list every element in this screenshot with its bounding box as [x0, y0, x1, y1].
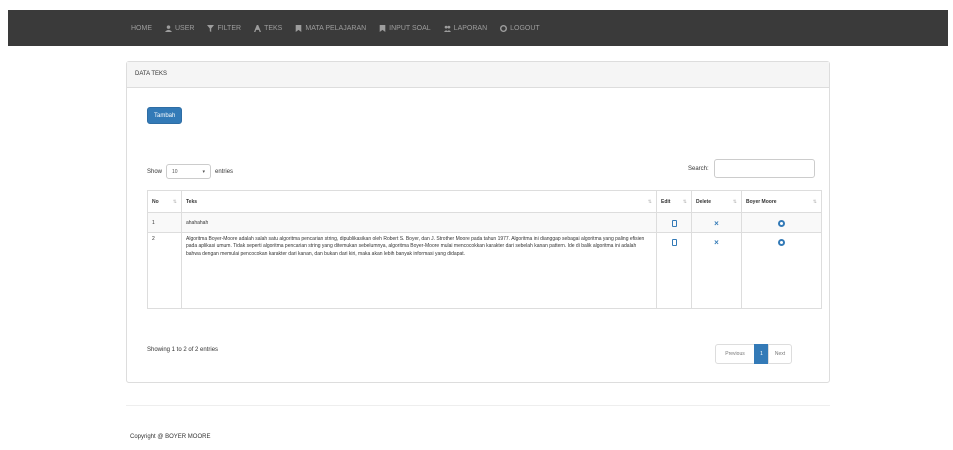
users-icon	[443, 25, 451, 32]
chevron-down-icon: ▾	[202, 168, 206, 175]
row-teks: Algoritma Boyer-Moore adalah salah satu …	[181, 232, 657, 309]
edit-icon[interactable]	[671, 219, 677, 227]
nav-teks-label: TEKS	[264, 24, 283, 32]
nav-user-label: USER	[175, 24, 195, 32]
edit-cell	[656, 232, 692, 309]
column-header-edit[interactable]: Edit ⇅	[656, 190, 692, 213]
edit-icon[interactable]	[671, 239, 677, 246]
nav-home-label: HOME	[131, 24, 152, 32]
nav-input-soal[interactable]: INPUT SOAL	[379, 24, 431, 32]
edit-cell	[656, 212, 692, 233]
entries-select-value: 10	[172, 168, 178, 175]
bookmark-icon	[296, 24, 302, 32]
nav-filter-label: FILTER	[217, 24, 242, 32]
column-header-teks[interactable]: Teks ⇅	[181, 190, 657, 213]
column-header-no[interactable]: No ⇅	[147, 190, 182, 213]
user-icon	[165, 24, 172, 32]
nav-user[interactable]: USER	[165, 25, 194, 32]
table-info: Showing 1 to 2 of 2 entries	[147, 347, 219, 353]
bookmark-icon	[379, 24, 386, 32]
nav-mata-pelajaran[interactable]: MATA PELAJARAN	[295, 24, 367, 32]
search-label: Search:	[688, 165, 709, 172]
panel-title: DATA TEKS	[127, 62, 829, 88]
sort-icon: ⇅	[172, 199, 177, 205]
nav-laporan-label: LAPORAN	[453, 24, 488, 32]
nav-logout-label: LOGOUT	[510, 24, 540, 32]
nav-home[interactable]: HOME	[131, 25, 152, 32]
search-control: Search:	[688, 159, 815, 178]
show-label: Show	[147, 168, 163, 175]
nav-teks[interactable]: TEKS	[254, 24, 283, 32]
table-row: 1 ahahahah ×	[147, 212, 822, 233]
delete-icon[interactable]: ×	[714, 220, 719, 228]
nav-menu: HOME USER FILTER TEKS MATA PELAJARAN INP…	[131, 10, 540, 46]
data-teks-panel: DATA TEKS Tambah Show 10 ▾ entries Searc…	[126, 61, 830, 383]
view-icon[interactable]	[778, 239, 785, 246]
table-row: 2 Algoritma Boyer-Moore adalah salah sat…	[147, 232, 822, 309]
column-header-boyer-moore[interactable]: Boyer Moore ⇅	[741, 190, 822, 213]
column-header-delete[interactable]: Delete ⇅	[691, 190, 742, 213]
search-input[interactable]	[713, 159, 815, 178]
pagination-previous[interactable]: Previous	[715, 344, 755, 364]
pagination: Previous 1 Next	[715, 344, 792, 364]
pagination-next[interactable]: Next	[768, 344, 792, 364]
nav-input-soal-label: INPUT SOAL	[389, 24, 431, 32]
boyer-moore-cell	[741, 212, 822, 233]
delete-cell: ×	[691, 212, 742, 233]
nav-logout[interactable]: LOGOUT	[500, 24, 540, 32]
sort-icon: ⇅	[732, 199, 737, 205]
delete-icon[interactable]: ×	[714, 239, 719, 247]
entries-select[interactable]: 10 ▾	[166, 164, 212, 179]
table-header-row: No ⇅ Teks ⇅ Edit ⇅ Delete ⇅ Boyer Moore ⇅	[147, 190, 822, 213]
entries-length-control: Show 10 ▾ entries	[147, 164, 233, 179]
divider	[126, 405, 830, 406]
copyright-text: Copyright @ BOYER MOORE	[130, 434, 211, 440]
add-text-button[interactable]: Tambah	[147, 107, 183, 124]
data-table: No ⇅ Teks ⇅ Edit ⇅ Delete ⇅ Boyer Moore ⇅ 1 a…	[147, 190, 822, 309]
delete-cell: ×	[691, 232, 742, 309]
nav-mata-pelajaran-label: MATA PELAJARAN	[305, 24, 367, 32]
logout-icon	[500, 24, 508, 32]
pagination-page-1[interactable]: 1	[754, 344, 769, 364]
view-icon[interactable]	[778, 219, 785, 227]
sort-icon: ⇅	[682, 199, 687, 205]
row-teks: ahahahah	[181, 212, 657, 233]
nav-laporan[interactable]: LAPORAN	[443, 24, 488, 32]
row-number: 1	[147, 212, 182, 233]
navbar: HOME USER FILTER TEKS MATA PELAJARAN INP…	[8, 10, 948, 46]
boyer-moore-cell	[741, 232, 822, 309]
text-icon	[254, 24, 262, 32]
filter-icon	[207, 24, 215, 32]
nav-filter[interactable]: FILTER	[207, 24, 242, 32]
sort-icon: ⇅	[812, 199, 817, 205]
entries-label: entries	[215, 168, 234, 175]
sort-icon: ⇅	[647, 199, 652, 205]
row-number: 2	[147, 232, 182, 309]
